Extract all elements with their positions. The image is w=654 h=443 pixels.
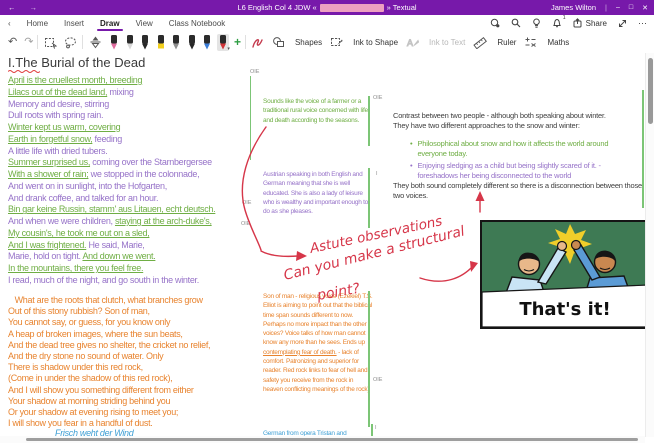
minimize-button[interactable]: – <box>616 4 620 11</box>
author-initials-tag: OIE <box>241 221 251 227</box>
pen-5-icon[interactable] <box>186 34 198 51</box>
notification-count-badge: 1 <box>562 15 566 21</box>
user-name[interactable]: James Wilton <box>551 3 596 12</box>
tab-view[interactable]: View <box>136 19 153 28</box>
close-button[interactable]: ✕ <box>642 4 648 12</box>
onenote-window: ← → L6 English Col 4 JDW « » Textual Jam… <box>0 0 654 443</box>
vertical-scrollbar-thumb[interactable] <box>648 58 653 124</box>
ribbon-divider <box>244 35 246 49</box>
author-initials-tag: OIE <box>250 69 260 75</box>
titlebar: ← → L6 English Col 4 JDW « » Textual Jam… <box>0 0 654 15</box>
ink-to-text-icon: A <box>406 36 420 48</box>
ink-stroke-icon[interactable] <box>250 35 264 50</box>
change-bar <box>368 291 370 427</box>
ink-to-text-button: A Ink to Text <box>406 36 466 49</box>
eraser-icon[interactable] <box>89 35 102 49</box>
spellcheck-squiggle <box>8 70 40 73</box>
share-button[interactable]: Share <box>573 18 607 28</box>
horizontal-scrollbar[interactable] <box>0 436 645 443</box>
pen-gallery: ▾ <box>108 33 230 52</box>
margin-note-purple: Austrian speaking in both English and Ge… <box>263 171 369 216</box>
tab-draw[interactable]: Draw <box>100 19 120 28</box>
ink-to-shape-label: Ink to Shape <box>353 37 399 47</box>
page-title: I.The Burial of the Dead <box>8 55 146 70</box>
ruler-icon <box>473 36 488 49</box>
maths-button[interactable]: Maths <box>524 36 569 48</box>
change-bar <box>249 76 251 160</box>
notifications-bell-icon[interactable]: 1 <box>552 15 566 28</box>
poem-stanza-1: April is the cruellest month, breeding Li… <box>8 75 216 285</box>
tab-insert[interactable]: Insert <box>64 19 84 28</box>
search-icon[interactable] <box>511 18 521 28</box>
analysis-bullets: Philosophical about snow and how it affe… <box>410 139 638 182</box>
draw-ribbon: ↶ ↷ ▾ + Shapes Ink to Shape A Ink to Tex… <box>0 31 654 54</box>
redacted-text <box>319 3 384 12</box>
ribbon-divider <box>37 35 39 49</box>
vertical-scrollbar[interactable] <box>645 53 654 437</box>
author-initials-tag: I <box>375 425 377 431</box>
bullet-item-purple: Enjoying sledging as a child but being s… <box>410 161 638 181</box>
tab-home[interactable]: Home <box>27 19 48 28</box>
horizontal-scrollbar-thumb[interactable] <box>26 437 638 441</box>
margin-note-orange: Son of man - religious voice (Ezekiel) T… <box>263 293 373 393</box>
share-label: Share <box>585 18 607 28</box>
author-initials-tag: OIE <box>373 377 383 383</box>
change-bar <box>368 168 370 228</box>
analysis-line-1: Contrast between two people - although b… <box>393 111 606 120</box>
select-objects-icon[interactable] <box>44 36 58 49</box>
ruler-button[interactable]: Ruler <box>473 36 516 49</box>
redo-icon[interactable]: ↷ <box>24 37 33 48</box>
author-initials-tag: OIE <box>373 95 383 101</box>
pen-6-icon[interactable] <box>201 34 213 51</box>
more-options-icon[interactable]: ⋯ <box>638 18 648 29</box>
undo-icon[interactable]: ↶ <box>8 37 17 48</box>
thats-it-cartoon-image[interactable]: That's it! <box>480 220 650 329</box>
pen-3-icon[interactable] <box>155 34 167 51</box>
tab-class-notebook[interactable]: Class Notebook <box>169 19 225 28</box>
author-initials-tag: I <box>376 171 378 177</box>
analysis-paragraph: Contrast between two people - although b… <box>393 111 643 132</box>
analysis-line-2: They have two different approaches to th… <box>393 121 580 131</box>
author-initials-tag: OIE <box>242 200 252 206</box>
pen-1-icon[interactable] <box>124 34 136 51</box>
change-bar <box>368 96 370 146</box>
svg-text:A: A <box>407 38 413 48</box>
bullet-item-green: Philosophical about snow and how it affe… <box>410 139 638 159</box>
maximize-button[interactable]: □ <box>629 4 633 11</box>
change-bar <box>642 90 644 208</box>
pen-7-icon[interactable]: ▾ <box>216 33 230 52</box>
lightbulb-icon[interactable] <box>532 18 541 28</box>
maths-icon <box>524 36 537 48</box>
fullscreen-icon[interactable] <box>618 19 627 28</box>
shapes-button[interactable]: Shapes <box>272 36 322 48</box>
analysis-conclusion: They both sound completely different so … <box>393 181 643 201</box>
back-chevron-icon[interactable]: ‹ <box>8 19 11 28</box>
window-title-right: » Textual <box>386 3 417 12</box>
window-title-left: L6 English Col 4 JDW « <box>237 3 317 12</box>
page-canvas[interactable]: I.The Burial of the Dead April is the cr… <box>0 53 654 443</box>
add-pen-button[interactable]: + <box>234 35 241 49</box>
poem-stanza-2: What are the roots that clutch, what bra… <box>8 295 211 429</box>
pen-0-icon[interactable] <box>108 34 120 51</box>
ink-to-text-label: Ink to Text <box>429 37 466 47</box>
ribbon-tab-row: ‹ Home Insert Draw View Class Notebook 1 <box>0 15 654 31</box>
shapes-label: Shapes <box>294 37 323 47</box>
forward-arrow-icon[interactable]: → <box>30 3 38 12</box>
lasso-select-icon[interactable] <box>64 36 78 49</box>
titlebar-divider: | <box>605 3 607 12</box>
ink-to-shape-button[interactable]: Ink to Shape <box>330 36 398 48</box>
pen-4-icon[interactable] <box>170 34 182 51</box>
cartoon-caption: That's it! <box>519 299 610 320</box>
margin-note-green: Sounds like the voice of a farmer or a t… <box>263 98 368 124</box>
ribbon-divider <box>82 35 84 49</box>
presence-icon[interactable] <box>490 18 500 28</box>
back-arrow-icon[interactable]: ← <box>8 3 16 12</box>
pen-2-icon[interactable] <box>139 34 151 51</box>
ink-to-shape-icon <box>330 36 343 48</box>
shapes-icon <box>272 36 285 48</box>
maths-label: Maths <box>547 37 570 47</box>
ruler-label: Ruler <box>497 37 517 47</box>
